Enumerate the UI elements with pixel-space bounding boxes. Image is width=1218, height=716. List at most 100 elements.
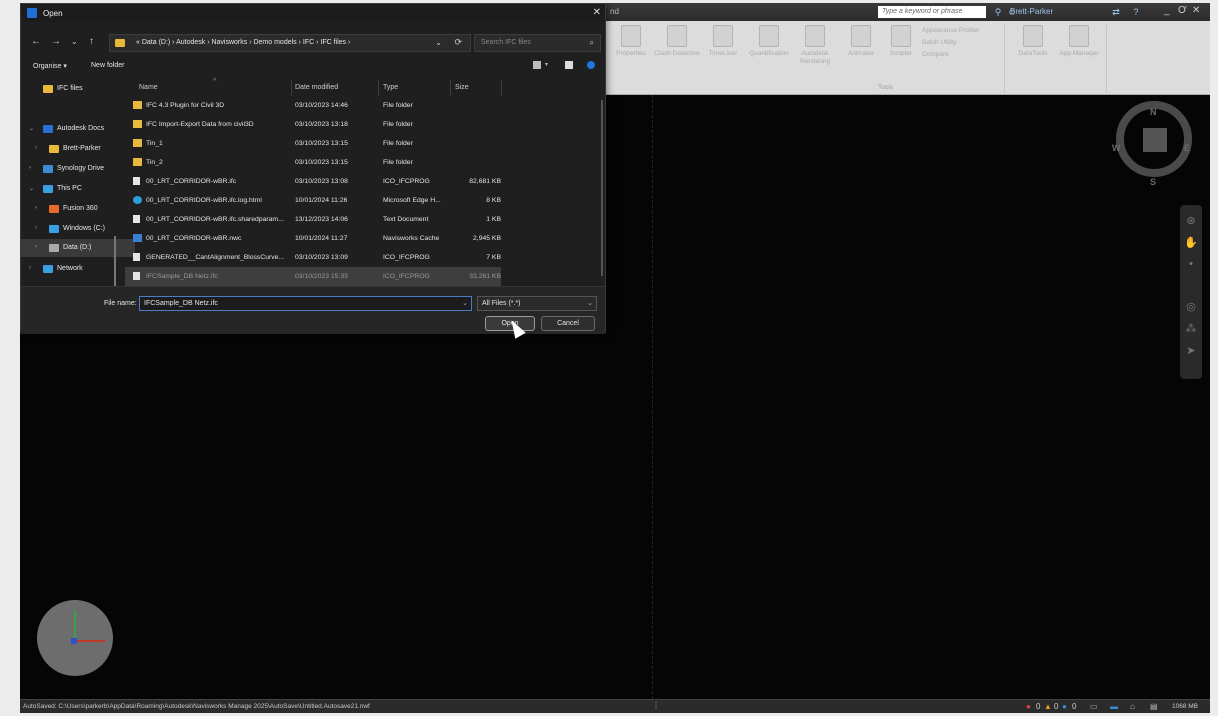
timeliner-button[interactable]: TimeLiner	[700, 25, 746, 58]
file-row[interactable]: Tin_1 03/10/2023 13:15 File folder	[125, 134, 501, 153]
orbit-icon[interactable]: ◎	[1180, 300, 1202, 313]
file-name-field[interactable]: IFCSample_DB Netz.ifc ⌄	[139, 296, 472, 311]
chevron-down-icon[interactable]: ▾	[545, 61, 548, 69]
sheet-icon[interactable]: ▭	[1090, 702, 1098, 711]
file-icon	[133, 215, 140, 223]
column-divider[interactable]	[291, 80, 292, 96]
datatools-button[interactable]: DataTools	[1010, 25, 1056, 58]
tree-item-fusion-360[interactable]: › Fusion 360	[21, 200, 135, 218]
file-size: 7 KB	[486, 254, 501, 261]
preview-pane-icon[interactable]	[565, 61, 573, 69]
chevron-down-icon[interactable]: ⌄	[29, 125, 34, 132]
steering-wheel-icon[interactable]: ⊛	[1180, 214, 1202, 227]
column-type[interactable]: Type	[383, 84, 398, 91]
file-name: GENERATED__CantAlignment_BlossCurve...	[146, 254, 285, 261]
file-type-filter[interactable]: All Files (*.*) ⌄	[477, 296, 597, 311]
chevron-right-icon[interactable]: ›	[29, 165, 31, 171]
chevron-right-icon[interactable]: ›	[29, 265, 31, 271]
column-name[interactable]: Name	[139, 84, 158, 91]
refresh-icon[interactable]: ⟳	[454, 37, 462, 48]
help-icon[interactable]: ?	[1130, 6, 1142, 18]
tree-item-this-pc[interactable]: ⌄ This PC	[21, 180, 135, 198]
app-manager-button[interactable]: App Manager	[1056, 25, 1102, 58]
close-icon[interactable]: ✕	[593, 7, 601, 18]
file-name: Tin_1	[146, 140, 163, 147]
file-row[interactable]: 00_LRT_CORRIDOR-wBR.nwc 10/01/2024 11:27…	[125, 229, 501, 248]
binoculars-icon[interactable]: ⚲	[992, 6, 1004, 18]
select-icon[interactable]: ➤	[1180, 344, 1202, 357]
tree-item-brett-parker[interactable]: › Brett-Parker	[21, 140, 135, 158]
animator-label: Animator	[847, 50, 874, 57]
chevron-right-icon[interactable]: ›	[35, 145, 37, 151]
back-icon[interactable]: ←	[31, 36, 41, 47]
chevron-right-icon[interactable]: ›	[35, 225, 37, 231]
chevron-down-icon[interactable]: ⌄	[587, 299, 593, 307]
look-icon[interactable]: ⁂	[1180, 322, 1202, 335]
autodesk-rendering-button[interactable]: Autodesk Rendering	[792, 25, 838, 66]
minimize-button[interactable]: _	[1164, 5, 1170, 16]
chevron-down-icon[interactable]: ⌄	[435, 38, 442, 47]
chevron-right-icon[interactable]: ›	[35, 205, 37, 211]
file-row[interactable]: 00_LRT_CORRIDOR-wBR.ifc 03/10/2023 13:08…	[125, 172, 501, 191]
chevron-right-icon[interactable]: ›	[35, 244, 37, 250]
datatools-label: DataTools	[1018, 50, 1048, 57]
tree-item-ifc-files[interactable]: IFC files	[21, 80, 135, 98]
search-input[interactable]: Search IFC files ⌕	[474, 34, 601, 52]
pan-icon[interactable]: ✋	[1180, 236, 1202, 249]
column-date-modified[interactable]: Date modified	[295, 84, 338, 91]
batch-utility-button[interactable]: Batch Utility	[922, 39, 956, 46]
file-row[interactable]: 00_LRT_CORRIDOR-wBR.ifc.log.html 10/01/2…	[125, 191, 501, 210]
file-name-value: IFCSample_DB Netz.ifc	[144, 300, 218, 307]
up-icon[interactable]: ↑	[89, 36, 94, 47]
viewcube-face[interactable]	[1143, 128, 1167, 152]
info-icon[interactable]: ●	[1062, 702, 1067, 711]
column-divider[interactable]	[450, 80, 451, 96]
chevron-down-icon[interactable]: ⌄	[29, 185, 34, 192]
axis-gizmo	[37, 600, 113, 676]
file-list-scrollbar[interactable]	[601, 100, 603, 276]
column-divider[interactable]	[378, 80, 379, 96]
tree-item-synology-drive[interactable]: › Synology Drive	[21, 160, 135, 178]
compare-button[interactable]: Compare	[922, 51, 949, 58]
file-row[interactable]: IFC Import-Export Data from civil3D 03/1…	[125, 115, 501, 134]
breadcrumb[interactable]: « Data (D:) › Autodesk › Navisworks › De…	[136, 39, 350, 46]
help-search-input[interactable]: Type a keyword or phrase	[878, 6, 986, 18]
error-icon[interactable]: ●	[1026, 702, 1031, 711]
chevron-down-icon[interactable]: ⌄	[462, 299, 468, 307]
app-manager-label: App Manager	[1059, 50, 1099, 57]
forward-icon[interactable]: →	[51, 36, 61, 47]
file-date: 03/10/2023 13:08	[295, 178, 348, 185]
file-row[interactable]: Tin_2 03/10/2023 13:15 File folder	[125, 153, 501, 172]
scripter-button[interactable]: Scripter	[878, 25, 924, 58]
properties-button[interactable]: Properties	[608, 25, 654, 58]
view-options-icon[interactable]	[533, 61, 541, 69]
zoom-icon[interactable]: •	[1180, 258, 1202, 270]
column-size[interactable]: Size	[455, 84, 469, 91]
clash-detective-button[interactable]: Clash Detective	[654, 25, 700, 58]
error-count: 0	[1036, 702, 1041, 711]
tree-item-label: Windows (C:)	[63, 225, 106, 232]
help-icon[interactable]	[587, 61, 595, 69]
file-row-selected[interactable]: IFCSample_DB Netz.ifc 03/10/2023 15:33 I…	[125, 267, 501, 286]
user-name[interactable]: Brett-Parker	[1010, 7, 1053, 16]
close-app-button[interactable]: ✕	[1192, 5, 1200, 16]
tree-item-windows-c[interactable]: › Windows (C:)	[21, 220, 135, 238]
restore-button[interactable]: Ơ	[1178, 5, 1187, 16]
quantification-button[interactable]: Quantification	[746, 25, 792, 58]
exchange-icon[interactable]: ⇄	[1110, 6, 1122, 18]
file-row[interactable]: IFC 4.3 Plugin for Civil 3D 03/10/2023 1…	[125, 96, 501, 115]
file-row[interactable]: 00_LRT_CORRIDOR-wBR.ifc.sharedparam... 1…	[125, 210, 501, 229]
warning-icon[interactable]: ▲	[1044, 702, 1052, 711]
cancel-button[interactable]: Cancel	[541, 316, 595, 331]
pc-icon	[43, 185, 53, 193]
column-divider[interactable]	[501, 80, 502, 96]
address-bar[interactable]: « Data (D:) › Autodesk › Navisworks › De…	[109, 34, 471, 52]
tree-item-network[interactable]: › Network	[21, 260, 135, 278]
new-folder-button[interactable]: New folder	[91, 62, 124, 69]
organise-button[interactable]: Organise ▾	[33, 62, 67, 70]
tree-item-autodesk-docs[interactable]: ⌄ Autodesk Docs	[21, 120, 135, 138]
file-row[interactable]: GENERATED__CantAlignment_BlossCurve... 0…	[125, 248, 501, 267]
appearance-profiler-button[interactable]: Appearance Profiler	[922, 27, 979, 34]
recent-chevron-icon[interactable]: ⌄	[71, 37, 78, 46]
tree-item-data-d[interactable]: › Data (D:)	[21, 239, 135, 257]
